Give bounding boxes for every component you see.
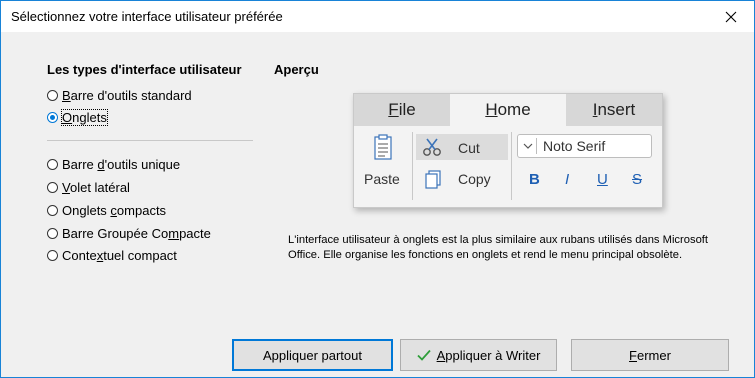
radio-tabbed-compact[interactable]: Onglets compacts [47,201,166,219]
close-button[interactable]: Fermer [571,339,729,371]
paste-label: Paste [364,171,400,187]
close-x-glyph [725,11,737,22]
ribbon-separator [511,132,512,200]
scissors-icon [423,138,441,156]
options-divider [47,140,253,141]
radio-label: Volet latéral [62,179,130,195]
font-name: Noto Serif [543,138,606,154]
check-icon [416,349,431,361]
radio-tabbed[interactable]: Onglets [47,108,108,126]
ribbon-separator [412,132,413,200]
radio-button[interactable] [47,158,58,170]
ui-types-heading: Les types d'interface utilisateur [47,62,242,77]
close-icon[interactable] [708,1,754,32]
dialog-title: Sélectionnez votre interface utilisateur… [11,9,283,24]
radio-sidebar[interactable]: Volet latéral [47,178,130,196]
radio-label: Barre Groupée Compacte [62,225,211,241]
apply-writer-button[interactable]: Appliquer à Writer [400,339,557,371]
radio-label: Barre d'outils standard [62,87,192,103]
italic-icon: I [565,171,570,188]
preview-heading: Aperçu [274,62,319,77]
preview-tab-home: Home [450,94,566,126]
radio-label: Barre d'outils unique [62,156,181,172]
radio-button-checked[interactable] [47,111,58,123]
radio-label: Contextuel compact [62,247,177,263]
radio-button[interactable] [47,227,58,239]
preview-tab-bar: File Home Insert [354,94,662,126]
radio-standard-toolbar[interactable]: Barre d'outils standard [47,86,192,104]
paste-icon [374,134,392,160]
copy-icon [425,170,441,189]
radio-single-toolbar[interactable]: Barre d'outils unique [47,155,180,173]
preview-ribbon: Paste Cut Copy Noto Serif B I U S [354,126,662,207]
preview-tab-insert: Insert [592,100,636,119]
font-name-box: Noto Serif [517,134,652,158]
chevron-down-icon [523,143,533,149]
cut-label: Cut [458,140,480,156]
apply-all-button[interactable]: Appliquer partout [232,339,393,371]
radio-label: Onglets compacts [62,202,167,218]
radio-groupedbar-compact[interactable]: Barre Groupée Compacte [47,224,211,242]
title-bar: Sélectionnez votre interface utilisateur… [1,1,754,32]
underline-icon: U [597,171,608,188]
strikethrough-icon: S [632,171,643,188]
ui-selection-dialog: Sélectionnez votre interface utilisateur… [0,0,755,378]
bold-icon: B [529,171,540,188]
radio-button[interactable] [47,89,58,101]
radio-button[interactable] [47,204,58,216]
radio-label: Onglets [61,108,108,126]
radio-button[interactable] [47,181,58,193]
ui-description: L'interface utilisateur à onglets est la… [288,234,709,261]
copy-label: Copy [458,171,491,187]
radio-contextual-compact[interactable]: Contextuel compact [47,246,177,264]
radio-button[interactable] [47,249,58,261]
ui-preview-image: File Home Insert Paste Cut Copy Noto Ser… [353,93,663,208]
preview-tab-file: File [388,100,416,119]
